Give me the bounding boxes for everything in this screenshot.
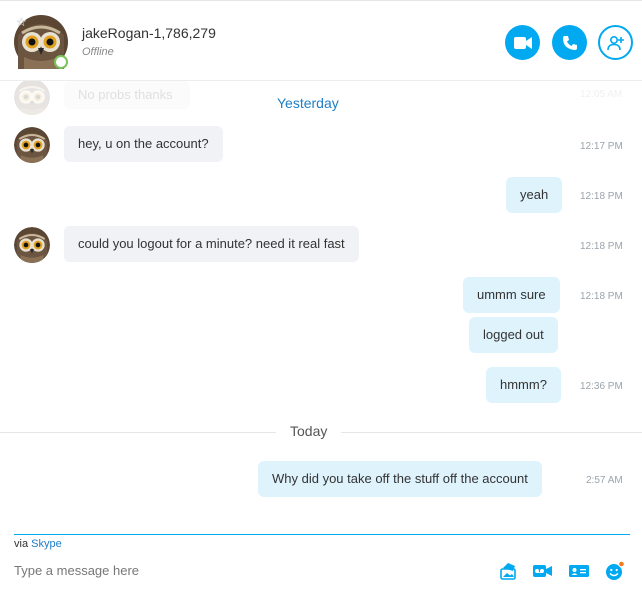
message-time: 12:18 PM	[580, 241, 623, 252]
smiley-icon	[606, 561, 625, 580]
video-camera-icon	[513, 36, 532, 49]
outgoing-message-bubble[interactable]: hmmm?	[486, 367, 561, 403]
via-label: via Skype	[14, 538, 62, 550]
owl-avatar-image	[14, 227, 50, 263]
presence-indicator-icon	[54, 55, 68, 69]
incoming-message-bubble[interactable]: could you logout for a minute? need it r…	[64, 226, 359, 262]
composer-divider	[14, 534, 630, 535]
faded-message-bubble: No probs thanks	[64, 81, 190, 109]
outgoing-message-bubble[interactable]: Why did you take off the stuff off the a…	[258, 461, 542, 497]
chat-window: ☆ jakeRogan-1,786,279 Offline No probs t	[0, 0, 642, 605]
contact-name[interactable]: jakeRogan-1,786,279	[82, 25, 216, 41]
message-history[interactable]: No probs thanks 12:05 AM Yesterday hey, …	[0, 81, 642, 531]
video-message-icon	[533, 565, 552, 577]
video-message-button[interactable]	[532, 561, 554, 581]
day-separator-yesterday: Yesterday	[277, 95, 339, 111]
conversation-header: ☆ jakeRogan-1,786,279 Offline	[0, 1, 642, 81]
outgoing-message-bubble[interactable]: ummm sure	[463, 277, 560, 313]
incoming-message-bubble[interactable]: hey, u on the account?	[64, 126, 223, 162]
image-icon	[500, 563, 516, 580]
add-people-button[interactable]	[598, 25, 633, 60]
message-time: 12:36 PM	[580, 381, 623, 392]
send-image-button[interactable]	[498, 561, 520, 581]
add-person-icon	[606, 35, 624, 50]
emoticons-button[interactable]	[604, 561, 626, 581]
contact-status: Offline	[82, 46, 114, 58]
sender-avatar[interactable]	[14, 127, 50, 163]
send-contact-button[interactable]	[568, 561, 590, 581]
faded-owl-avatar	[14, 81, 50, 115]
message-time: 2:57 AM	[586, 475, 623, 486]
sender-avatar[interactable]	[14, 227, 50, 263]
via-skype-link[interactable]: Skype	[31, 538, 62, 550]
outgoing-message-bubble[interactable]: yeah	[506, 177, 563, 213]
owl-avatar-image	[14, 127, 50, 163]
favorite-star-icon[interactable]: ☆	[16, 15, 27, 29]
message-input[interactable]	[14, 559, 484, 581]
day-separator-today: Today	[276, 423, 342, 439]
faded-message-time: 12:05 AM	[580, 89, 623, 100]
contact-card-icon	[569, 565, 589, 577]
message-time: 12:18 PM	[580, 291, 623, 302]
audio-call-button[interactable]	[552, 25, 587, 60]
phone-icon	[562, 35, 577, 50]
message-time: 12:17 PM	[580, 141, 623, 152]
via-prefix: via	[14, 538, 29, 550]
message-time: 12:18 PM	[580, 191, 623, 202]
video-call-button[interactable]	[505, 25, 540, 60]
outgoing-message-bubble[interactable]: logged out	[469, 317, 558, 353]
